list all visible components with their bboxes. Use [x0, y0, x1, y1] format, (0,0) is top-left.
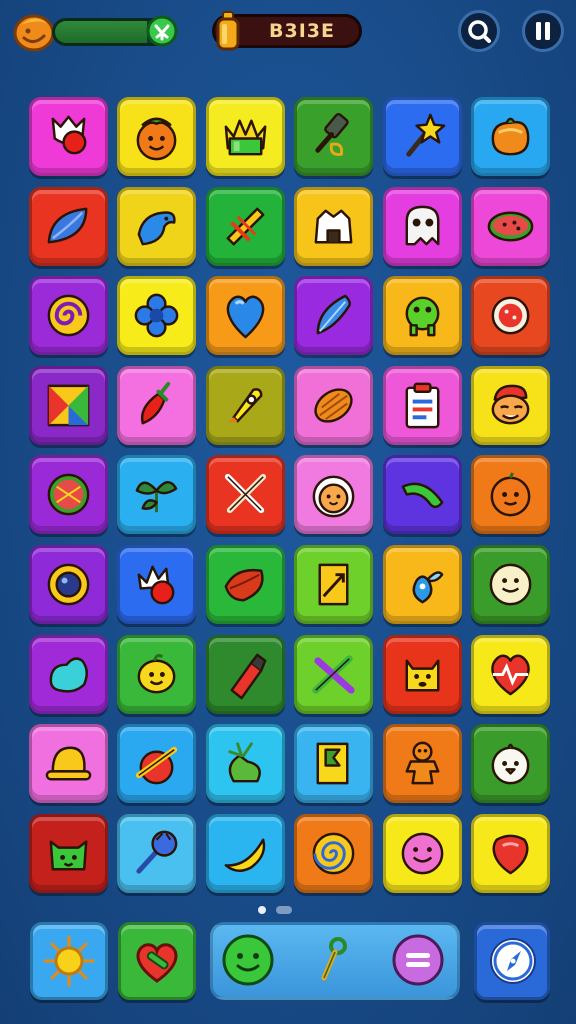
board-tile[interactable] [294, 813, 374, 893]
pause-button[interactable] [522, 10, 564, 52]
board-tile[interactable] [117, 813, 197, 893]
tray-slot-menu[interactable] [390, 932, 446, 988]
page-dot[interactable] [276, 906, 292, 914]
page-dot[interactable] [258, 906, 266, 914]
board-tile[interactable] [382, 813, 462, 893]
board-tile[interactable] [29, 813, 108, 893]
search-button[interactable] [458, 10, 500, 52]
board-tile[interactable] [382, 276, 462, 356]
board-tile[interactable] [205, 544, 285, 624]
sun-powerup-button[interactable] [30, 922, 108, 1000]
tile-board [29, 97, 550, 893]
clover-badge-icon [146, 15, 178, 47]
board-tile[interactable] [205, 97, 285, 176]
board-tile[interactable] [470, 97, 550, 176]
board-tile[interactable] [294, 544, 374, 624]
board-tile[interactable] [205, 455, 285, 535]
menu-icon [392, 934, 444, 986]
board-tile[interactable] [29, 455, 108, 535]
board-tile[interactable] [382, 724, 462, 804]
board-tile[interactable] [294, 97, 374, 176]
board-tile[interactable] [117, 455, 197, 535]
board-tile[interactable] [294, 634, 374, 714]
board-tile[interactable] [205, 186, 285, 266]
tray-slot-key[interactable] [304, 932, 360, 988]
board-tile[interactable] [117, 186, 197, 266]
board-tile[interactable] [29, 724, 108, 804]
board-tile[interactable] [205, 724, 285, 804]
board-tile[interactable] [294, 276, 374, 356]
magnifier-icon [468, 20, 491, 43]
board-tile[interactable] [117, 634, 197, 714]
heart-lock-icon [136, 943, 178, 983]
board-tile[interactable] [117, 276, 197, 356]
compass-icon [490, 938, 536, 984]
board-tile[interactable] [382, 365, 462, 445]
board-tile[interactable] [29, 544, 108, 624]
board-tile[interactable] [29, 365, 108, 445]
board-tile[interactable] [29, 276, 108, 356]
board-tile[interactable] [294, 186, 374, 266]
board-tile[interactable] [205, 276, 285, 356]
board-tile[interactable] [470, 365, 550, 445]
board-tile[interactable] [470, 455, 550, 535]
board-tile[interactable] [205, 634, 285, 714]
board-tile[interactable] [382, 186, 462, 266]
board-tile[interactable] [294, 724, 374, 804]
heart-powerup-button[interactable] [118, 922, 196, 1000]
board-tile[interactable] [205, 813, 285, 893]
board-tile[interactable] [470, 813, 550, 893]
board-tile[interactable] [205, 365, 285, 445]
tray-slot-smile[interactable] [220, 932, 276, 988]
board-tile[interactable] [470, 724, 550, 804]
board-tile[interactable] [117, 544, 197, 624]
game-screen: B3I3E [0, 0, 576, 1024]
board-tile[interactable] [117, 365, 197, 445]
board-tile[interactable] [29, 634, 108, 714]
green-smile-icon [222, 934, 274, 986]
board-tile[interactable] [294, 365, 374, 445]
board-tile[interactable] [382, 455, 462, 535]
potion-bottle-icon [214, 10, 242, 52]
board-tile[interactable] [382, 544, 462, 624]
board-tile[interactable] [294, 455, 374, 535]
board-tile[interactable] [117, 724, 197, 804]
board-tile[interactable] [382, 634, 462, 714]
board-tile[interactable] [382, 97, 462, 176]
board-tile[interactable] [29, 186, 108, 266]
board-tile[interactable] [29, 97, 108, 176]
board-tile[interactable] [470, 186, 550, 266]
score-value: B3I3E [269, 20, 335, 42]
board-tile[interactable] [470, 634, 550, 714]
board-tile[interactable] [117, 97, 197, 176]
compass-button[interactable] [474, 922, 550, 1000]
key-icon [321, 937, 347, 981]
board-tile[interactable] [470, 276, 550, 356]
energy-bar-fill [55, 21, 148, 43]
player-avatar-icon[interactable] [12, 10, 56, 54]
sun-icon [43, 935, 95, 987]
board-tile[interactable] [470, 544, 550, 624]
pause-icon [536, 22, 550, 40]
